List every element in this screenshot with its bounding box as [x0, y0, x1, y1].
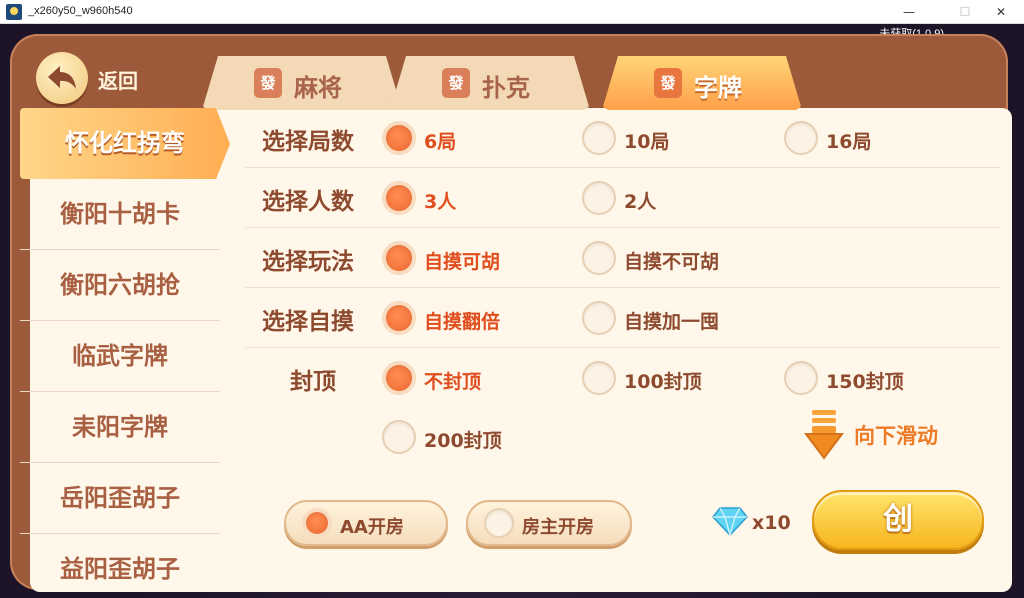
option-label: 自摸加一囤: [624, 311, 720, 333]
option-label: 自摸可胡: [424, 251, 501, 273]
sidebar-item-leiyang[interactable]: 耒阳字牌: [20, 392, 220, 463]
sidebar-item-linwu[interactable]: 临武字牌: [20, 321, 220, 392]
tab-label: 字牌: [694, 74, 742, 102]
radio-selected-icon: [382, 361, 416, 395]
radio-icon: [582, 181, 616, 215]
option-label: 200封顶: [424, 430, 502, 452]
back-arrow-icon: [36, 52, 88, 104]
divider: [245, 287, 1000, 288]
radio-selected-icon: [382, 121, 416, 155]
tab-poker[interactable]: 發 扑克: [390, 56, 590, 110]
radio-icon: [582, 121, 616, 155]
option-label: 自摸翻倍: [424, 311, 501, 333]
option-label: 不封顶: [424, 371, 482, 393]
back-label: 返回: [98, 69, 138, 93]
option-label: 100封顶: [624, 371, 702, 393]
divider: [245, 167, 1000, 168]
radio-icon: [784, 121, 818, 155]
radio-selected-icon: [382, 181, 416, 215]
diamond-icon: [712, 507, 748, 536]
game-canvas: 未获取(1.0.9) 返回 發 麻将 發 扑克 發 字牌: [0, 24, 1024, 598]
option-label: 6局: [424, 131, 457, 153]
scroll-hint-text: 向下滑动: [854, 424, 938, 448]
row-label-selfdraw: 选择自摸: [262, 309, 354, 335]
fa-tile-icon: 發: [442, 68, 470, 98]
game-list-sidebar: 怀化红拐弯 衡阳十胡卡 衡阳六胡抢 临武字牌 耒阳字牌 岳阳歪胡子 益阳歪胡子: [20, 108, 230, 588]
sidebar-item-yueyang[interactable]: 岳阳歪胡子: [20, 463, 220, 534]
radio-icon: [382, 420, 416, 454]
aa-room-button[interactable]: AA开房: [284, 500, 448, 546]
row-label-cap: 封顶: [290, 369, 336, 395]
radio-icon: [582, 241, 616, 275]
option-label: 10局: [624, 131, 670, 153]
option-label: 2人: [624, 191, 657, 213]
option-label: AA开房: [340, 517, 404, 538]
radio-icon: [582, 301, 616, 335]
down-arrow-icon: [804, 410, 844, 460]
sidebar-item-hengyang-shihu[interactable]: 衡阳十胡卡: [20, 179, 220, 250]
option-label: 房主开房: [522, 517, 594, 538]
radio-icon: [484, 508, 514, 538]
radio-icon: [784, 361, 818, 395]
tab-zipai[interactable]: 發 字牌: [602, 56, 802, 110]
sidebar-item-yiyang[interactable]: 益阳歪胡子: [20, 534, 220, 598]
option-label: 自摸不可胡: [624, 251, 720, 273]
window-titlebar: _x260y50_w960h540 — ☐ ✕: [0, 0, 1024, 24]
option-label: 16局: [826, 131, 872, 153]
option-label: 3人: [424, 191, 457, 213]
app-icon: [6, 4, 22, 20]
radio-icon: [582, 361, 616, 395]
divider: [245, 347, 1000, 348]
room-cost: x10: [752, 512, 791, 534]
sidebar-item-hengyang-liuhu[interactable]: 衡阳六胡抢: [20, 250, 220, 321]
close-button[interactable]: ✕: [978, 0, 1024, 24]
create-room-button[interactable]: 创: [812, 490, 984, 550]
row-label-mode: 选择玩法: [262, 249, 354, 275]
option-label: 150封顶: [826, 371, 904, 393]
scroll-down-hint: 向下滑动: [804, 408, 964, 468]
radio-selected-icon: [302, 508, 332, 538]
fa-tile-icon: 發: [654, 68, 682, 98]
radio-selected-icon: [382, 301, 416, 335]
radio-selected-icon: [382, 241, 416, 275]
fa-tile-icon: 發: [254, 68, 282, 98]
row-label-players: 选择人数: [262, 189, 354, 215]
sidebar-item-huaihua[interactable]: 怀化红拐弯: [20, 108, 230, 179]
row-label-rounds: 选择局数: [262, 129, 354, 155]
tab-label: 麻将: [294, 74, 342, 102]
host-room-button[interactable]: 房主开房: [466, 500, 632, 546]
back-button[interactable]: 返回: [36, 52, 156, 104]
tab-label: 扑克: [482, 74, 530, 102]
minimize-button[interactable]: —: [886, 0, 932, 24]
divider: [245, 227, 1000, 228]
tab-mahjong[interactable]: 發 麻将: [202, 56, 402, 110]
window-title: _x260y50_w960h540: [28, 5, 133, 17]
